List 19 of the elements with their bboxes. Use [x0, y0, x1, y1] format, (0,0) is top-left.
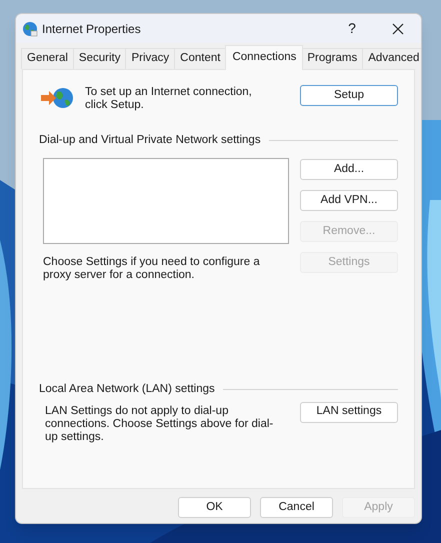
section-heading: Dial-up and Virtual Private Network settings	[39, 133, 261, 148]
help-button[interactable]: ?	[329, 14, 375, 43]
dialog-button[interactable]: OK	[178, 497, 251, 518]
dialog-button[interactable]: Cancel	[260, 497, 333, 518]
close-icon	[392, 22, 404, 34]
setup-instructions: To set up an Internet connection, click Setup.	[85, 86, 253, 112]
globe-icon	[22, 20, 38, 36]
connection-globe-icon	[40, 86, 74, 110]
proxy-instructions: Choose Settings if you need to configure a proxy server for a connection.	[43, 256, 261, 282]
lan-settings-button[interactable]: LAN settings	[300, 402, 398, 422]
tab[interactable]: Advanced	[362, 48, 421, 69]
dialog-button[interactable]: Add VPN...	[300, 190, 398, 212]
tab[interactable]: Connections	[225, 45, 304, 70]
tab[interactable]: General	[21, 48, 74, 69]
lan-instructions: LAN Settings do not apply to dial-up connections. Choose Settings above for dial-up settings.	[45, 404, 274, 444]
window-title: Internet Properties	[42, 20, 141, 38]
dialog-button[interactable]: Add...	[300, 159, 398, 180]
setup-button[interactable]: Setup	[300, 85, 398, 106]
section-heading: Local Area Network (LAN) settings	[39, 382, 215, 398]
